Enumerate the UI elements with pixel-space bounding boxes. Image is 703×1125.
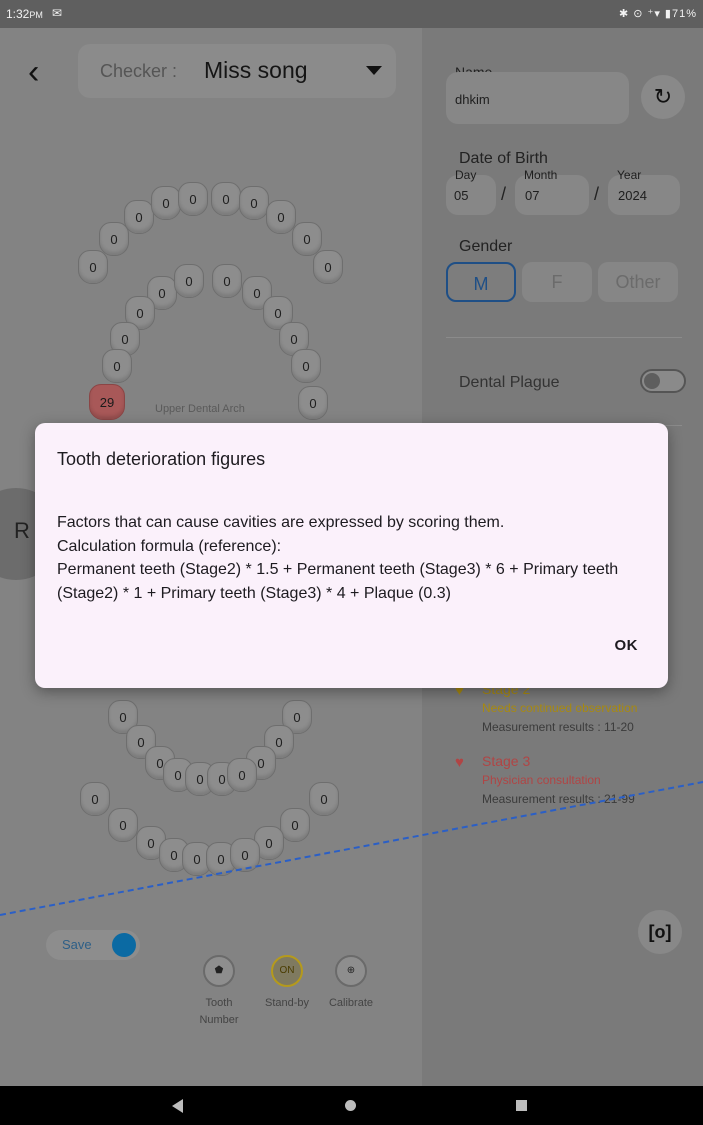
dialog-line: Calculation formula (reference): xyxy=(57,537,282,555)
lower-outer-tooth[interactable]: 0 xyxy=(280,808,310,842)
gender-other-button[interactable]: Other xyxy=(598,262,678,302)
lower-outer-tooth[interactable]: 0 xyxy=(80,782,110,816)
month-label: Month xyxy=(524,168,558,182)
dialog-body: Factors that can cause cavities are expr… xyxy=(57,511,647,605)
upper-outer-tooth[interactable]: 0 xyxy=(266,200,296,234)
lower-inner-tooth[interactable]: 0 xyxy=(227,758,257,792)
upper-outer-tooth[interactable]: 0 xyxy=(78,250,108,284)
mail-icon: ✉ xyxy=(52,6,63,20)
dialog-line: Factors that can cause cavities are expr… xyxy=(57,514,505,531)
upper-inner-tooth[interactable]: 0 xyxy=(298,386,328,420)
stage-3-legend: ♥ Stage 3 Physician consultation Measure… xyxy=(455,752,635,809)
year-value: 2024 xyxy=(618,188,647,203)
standby-button[interactable]: ON Stand-by xyxy=(257,955,317,1012)
stage-2-legend: ♥ Stage 2 Needs continued observation Me… xyxy=(455,680,637,737)
lower-outer-tooth[interactable]: 0 xyxy=(309,782,339,816)
chevron-down-icon xyxy=(366,66,382,75)
upper-outer-tooth[interactable]: 0 xyxy=(313,250,343,284)
crosshair-icon: ⊕ xyxy=(335,955,367,987)
dialog-line: Permanent teeth (Stage2) * 1.5 + Permane… xyxy=(57,561,619,602)
upper-inner-tooth[interactable]: 0 xyxy=(102,349,132,383)
upper-outer-tooth[interactable]: 0 xyxy=(239,186,269,220)
stage-result: Measurement results : 11-20 xyxy=(482,720,634,734)
upper-outer-tooth[interactable]: 0 xyxy=(151,186,181,220)
lower-outer-tooth[interactable]: 0 xyxy=(108,808,138,842)
stage-subtitle: Needs continued observation xyxy=(482,701,638,715)
stage-result: Measurement results : 21-99 xyxy=(482,792,635,806)
upper-outer-tooth[interactable]: 0 xyxy=(292,222,322,256)
upper-outer-tooth[interactable]: 0 xyxy=(124,200,154,234)
scan-icon: [o] xyxy=(648,922,672,942)
lower-outer-tooth[interactable]: 0 xyxy=(230,838,260,872)
upper-molar-highlighted[interactable]: 29 xyxy=(89,384,125,420)
dob-label: Date of Birth xyxy=(459,150,548,167)
gender-m-button[interactable]: M xyxy=(446,262,516,302)
date-separator: / xyxy=(501,184,507,204)
status-bar: 1:32PM ✉ ✱ ⊙ ⁺▾ ▮71% xyxy=(0,0,703,28)
ok-button[interactable]: OK xyxy=(615,637,639,654)
nav-bar xyxy=(0,1086,703,1125)
tooth-icon: ♥ xyxy=(455,754,464,771)
name-field[interactable]: dhkim xyxy=(446,72,629,124)
gender-label: Gender xyxy=(459,238,513,255)
gender-f-button[interactable]: F xyxy=(522,262,592,302)
year-field[interactable]: Year 2024 xyxy=(608,168,680,215)
month-field[interactable]: Month 07 xyxy=(515,168,589,215)
info-dialog: Tooth deterioration figures Factors that… xyxy=(35,423,668,688)
year-label: Year xyxy=(617,168,642,182)
upper-arch-label: Upper Dental Arch xyxy=(155,403,245,415)
checker-value: Miss song xyxy=(204,57,308,83)
toggle-knob xyxy=(644,373,660,389)
upper-outer-tooth[interactable]: 0 xyxy=(211,182,241,216)
save-toggle-label: Save xyxy=(62,937,92,952)
scan-button[interactable]: [o] xyxy=(638,910,682,954)
day-label: Day xyxy=(455,168,477,182)
upper-inner-tooth[interactable]: 0 xyxy=(291,349,321,383)
refresh-button[interactable]: ↻ xyxy=(641,75,685,119)
stage-title: Stage 3 xyxy=(482,753,531,769)
toggle-knob xyxy=(112,933,136,957)
upper-inner-tooth[interactable]: 0 xyxy=(174,264,204,298)
divider xyxy=(446,337,682,338)
status-icons: ✱ ⊙ ⁺▾ ▮71% xyxy=(619,8,697,20)
upper-inner-tooth[interactable]: 0 xyxy=(212,264,242,298)
status-time: 1:32PM xyxy=(6,7,43,21)
back-button[interactable]: ‹ xyxy=(28,52,56,92)
tool-label: Calibrate xyxy=(328,997,374,1009)
plaque-label: Dental Plague xyxy=(459,374,560,391)
calibrate-button[interactable]: ⊕ Calibrate xyxy=(321,955,381,1012)
side-tab-label: R xyxy=(14,518,30,543)
stage-subtitle: Physician consultation xyxy=(482,773,601,787)
save-toggle[interactable]: Save xyxy=(46,930,140,960)
plaque-switch[interactable] xyxy=(640,369,686,393)
dialog-title: Tooth deterioration figures xyxy=(57,449,266,469)
checker-label: Checker : xyxy=(100,61,178,81)
tooth-number-button[interactable]: ⬟ Tooth Number xyxy=(189,955,249,1029)
upper-outer-tooth[interactable]: 0 xyxy=(99,222,129,256)
tooth-icon: ⬟ xyxy=(203,955,235,987)
back-nav-icon[interactable] xyxy=(172,1099,183,1113)
refresh-icon: ↻ xyxy=(653,84,673,109)
upper-outer-tooth[interactable]: 0 xyxy=(178,182,208,216)
recents-nav-icon[interactable] xyxy=(516,1100,527,1111)
home-nav-icon[interactable] xyxy=(345,1100,356,1111)
date-separator: / xyxy=(594,184,600,204)
tool-label: Stand-by xyxy=(264,997,310,1009)
standby-icon: ON xyxy=(271,955,303,987)
tool-label: Tooth Number xyxy=(199,997,239,1026)
day-value: 05 xyxy=(454,188,469,203)
day-field[interactable]: Day 05 xyxy=(446,168,496,215)
month-value: 07 xyxy=(525,188,540,203)
name-value: dhkim xyxy=(455,92,490,107)
checker-dropdown[interactable]: Checker : Miss song xyxy=(78,44,396,98)
